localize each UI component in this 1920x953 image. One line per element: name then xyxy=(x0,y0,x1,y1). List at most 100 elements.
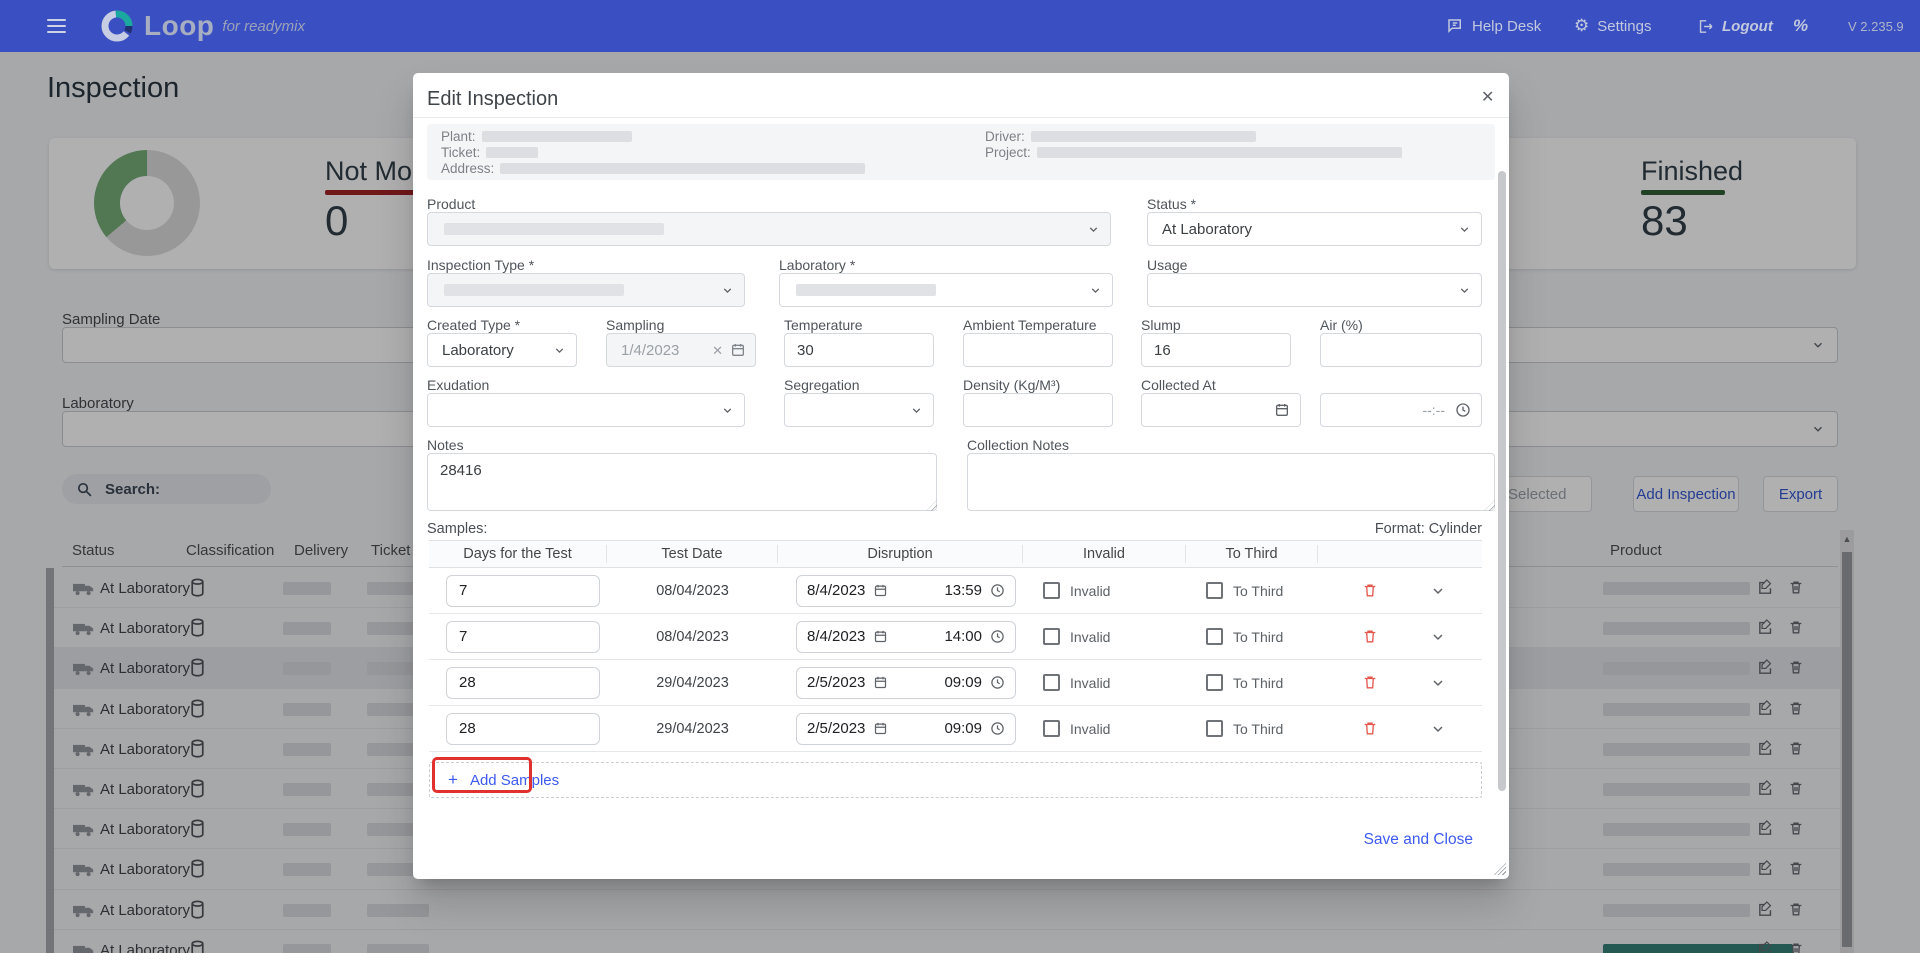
disruption-datetime-field[interactable]: 8/4/2023 14:00 xyxy=(796,620,1016,653)
disruption-datetime-field[interactable]: 2/5/2023 09:09 xyxy=(796,712,1016,745)
calendar-icon[interactable] xyxy=(873,629,888,644)
sampling-date-field: 1/4/2023 ✕ xyxy=(606,333,756,367)
close-icon[interactable]: ✕ xyxy=(1481,87,1494,107)
test-date-value: 29/04/2023 xyxy=(656,674,729,691)
days-for-test-input[interactable] xyxy=(446,574,600,607)
clock-icon[interactable] xyxy=(990,629,1005,644)
invalid-checkbox[interactable] xyxy=(1043,582,1060,599)
edit-inspection-dialog: Edit Inspection ✕ Plant: Ticket: Address… xyxy=(413,73,1509,879)
percent-icon[interactable]: % xyxy=(1793,0,1808,52)
settings-button[interactable]: ⚙ Settings xyxy=(1574,0,1651,52)
inspection-type-select[interactable] xyxy=(427,273,745,307)
product-label: Product xyxy=(427,196,476,212)
ticket-label: Ticket: xyxy=(441,145,481,160)
notes-textarea[interactable]: 28416 xyxy=(427,453,937,511)
test-date-value: 29/04/2023 xyxy=(656,720,729,737)
delete-sample-icon[interactable] xyxy=(1362,628,1378,645)
expand-row-icon[interactable] xyxy=(1430,721,1446,737)
samples-format: Format: Cylinder xyxy=(1374,521,1482,537)
expand-row-icon[interactable] xyxy=(1430,629,1446,645)
disruption-datetime-field[interactable]: 2/5/2023 09:09 xyxy=(796,666,1016,699)
calendar-icon[interactable] xyxy=(873,721,888,736)
exudation-select[interactable] xyxy=(427,393,745,427)
collection-notes-textarea[interactable] xyxy=(967,453,1495,511)
logout-button[interactable]: Logout xyxy=(1697,0,1773,52)
laboratory-select[interactable] xyxy=(779,273,1113,307)
dialog-resize-handle[interactable] xyxy=(1494,863,1506,875)
expand-row-icon[interactable] xyxy=(1430,675,1446,691)
temperature-input[interactable] xyxy=(784,333,934,367)
to-third-label: To Third xyxy=(1233,674,1284,691)
days-for-test-input[interactable] xyxy=(446,712,600,745)
clock-icon[interactable] xyxy=(990,583,1005,598)
days-for-test-input[interactable] xyxy=(446,620,600,653)
clock-icon[interactable] xyxy=(990,675,1005,690)
sample-row: 08/04/2023 8/4/2023 13:59 Invalid To Thi… xyxy=(429,568,1482,614)
density-input[interactable] xyxy=(963,393,1113,427)
chevron-down-icon xyxy=(1458,284,1471,297)
to-third-checkbox[interactable] xyxy=(1206,628,1223,645)
chevron-down-icon xyxy=(1087,223,1100,236)
days-for-test-input[interactable] xyxy=(446,666,600,699)
expand-row-icon[interactable] xyxy=(1430,583,1446,599)
plus-icon: + xyxy=(448,770,458,789)
exudation-label: Exudation xyxy=(427,377,490,393)
invalid-checkbox[interactable] xyxy=(1043,674,1060,691)
notes-label: Notes xyxy=(427,437,464,453)
laboratory-label: Laboratory * xyxy=(779,257,856,273)
col-actions xyxy=(1318,545,1482,563)
delete-sample-icon[interactable] xyxy=(1362,674,1378,691)
sampling-label: Sampling xyxy=(606,317,665,333)
invalid-checkbox[interactable] xyxy=(1043,628,1060,645)
ticket-info-panel: Plant: Ticket: Address: Driver: Project: xyxy=(427,124,1495,180)
laboratory-value-redacted xyxy=(796,284,936,296)
ambient-temperature-input[interactable] xyxy=(963,333,1113,367)
loop-logo-icon xyxy=(98,7,136,45)
clear-icon[interactable]: ✕ xyxy=(712,343,723,359)
chevron-down-icon xyxy=(910,404,923,417)
slump-label: Slump xyxy=(1141,317,1181,333)
invalid-label: Invalid xyxy=(1070,582,1111,599)
created-type-select[interactable]: Laboratory xyxy=(427,333,577,367)
invalid-label: Invalid xyxy=(1070,720,1111,737)
samples-table-header: Days for the Test Test Date Disruption I… xyxy=(429,540,1482,568)
product-select[interactable] xyxy=(427,212,1111,246)
inspection-type-value-redacted xyxy=(444,284,624,296)
status-select[interactable]: At Laboratory xyxy=(1147,212,1482,246)
clock-icon[interactable] xyxy=(1455,402,1471,418)
clock-icon[interactable] xyxy=(990,721,1005,736)
dialog-scrollbar[interactable] xyxy=(1498,171,1506,791)
invalid-label: Invalid xyxy=(1070,628,1111,645)
time-placeholder: --:-- xyxy=(1422,402,1445,418)
sample-row: 08/04/2023 8/4/2023 14:00 Invalid To Thi… xyxy=(429,614,1482,660)
calendar-icon[interactable] xyxy=(730,342,746,358)
sample-row: 29/04/2023 2/5/2023 09:09 Invalid To Thi… xyxy=(429,706,1482,752)
delete-sample-icon[interactable] xyxy=(1362,582,1378,599)
collected-at-time-field[interactable]: --:-- xyxy=(1320,393,1482,427)
invalid-checkbox[interactable] xyxy=(1043,720,1060,737)
dialog-title: Edit Inspection xyxy=(427,88,559,110)
air-input[interactable] xyxy=(1320,333,1482,367)
collected-at-label: Collected At xyxy=(1141,377,1216,393)
to-third-checkbox[interactable] xyxy=(1206,674,1223,691)
chat-icon xyxy=(1446,17,1464,35)
collected-at-date-field[interactable] xyxy=(1141,393,1301,427)
disruption-date: 2/5/2023 xyxy=(807,720,866,737)
segregation-select[interactable] xyxy=(784,393,934,427)
app-version: V 2.235.9 xyxy=(1848,18,1904,34)
save-and-close-button[interactable]: Save and Close xyxy=(1364,831,1473,849)
calendar-icon[interactable] xyxy=(1274,402,1290,418)
slump-input[interactable] xyxy=(1141,333,1291,367)
disruption-date: 8/4/2023 xyxy=(807,628,866,645)
menu-icon[interactable] xyxy=(47,0,66,52)
add-samples-button[interactable]: Add Samples xyxy=(470,772,559,789)
usage-select[interactable] xyxy=(1147,273,1482,307)
to-third-checkbox[interactable] xyxy=(1206,720,1223,737)
to-third-checkbox[interactable] xyxy=(1206,582,1223,599)
delete-sample-icon[interactable] xyxy=(1362,720,1378,737)
help-desk-button[interactable]: Help Desk xyxy=(1446,0,1541,52)
calendar-icon[interactable] xyxy=(873,675,888,690)
disruption-date: 2/5/2023 xyxy=(807,674,866,691)
calendar-icon[interactable] xyxy=(873,583,888,598)
disruption-datetime-field[interactable]: 8/4/2023 13:59 xyxy=(796,574,1016,607)
